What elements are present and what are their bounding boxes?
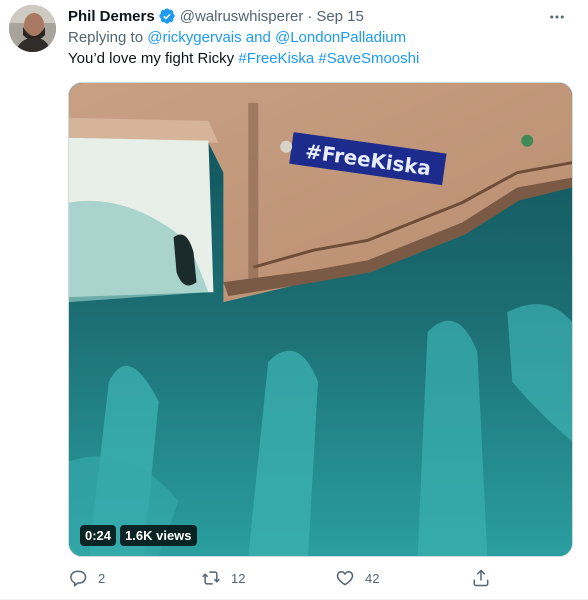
video-views-badge: 1.6K views [120, 525, 197, 546]
replying-to: Replying to @rickygervais and @LondonPal… [68, 29, 406, 46]
timestamp[interactable]: Sep 15 [316, 8, 364, 25]
retweet-icon [202, 571, 220, 585]
share-icon [473, 569, 489, 587]
video-duration-badge: 0:24 [80, 525, 117, 546]
hashtag-link[interactable]: #SaveSmooshi [318, 50, 419, 67]
separator-dot: · [307, 7, 313, 25]
retweet-count: 12 [231, 570, 246, 586]
video-player[interactable]: #FreeKiska 0:24 1.6K views [68, 82, 573, 557]
hashtag-link[interactable]: #FreeKiska [238, 50, 314, 67]
verified-badge-icon [158, 7, 176, 25]
avatar-image [9, 5, 56, 52]
video-badges: 0:24 1.6K views [80, 525, 197, 546]
like-count: 42 [365, 570, 380, 586]
video-frame: #FreeKiska [69, 83, 572, 556]
tweet-text-plain: You’d love my fight Ricky [68, 50, 235, 67]
tweet-text: You’d love my fight Ricky #FreeKiska #Sa… [68, 50, 419, 67]
author-handle[interactable]: @walruswhisperer [180, 8, 304, 25]
reply-count: 2 [98, 570, 106, 586]
reply-button[interactable]: 2 [68, 568, 105, 588]
heart-icon [336, 570, 354, 586]
replying-prefix: Replying to [68, 29, 144, 46]
reply-icon [70, 570, 87, 587]
like-button[interactable]: 42 [335, 568, 379, 588]
share-button[interactable] [471, 568, 491, 588]
avatar[interactable] [9, 5, 56, 52]
tweet-card[interactable]: Phil Demers @walruswhisperer · Sep 15 Re… [0, 0, 588, 600]
tweet-header: Phil Demers @walruswhisperer · Sep 15 [68, 5, 364, 27]
tweet-actions: 2 12 42 [68, 568, 508, 592]
retweet-button[interactable]: 12 [201, 568, 245, 588]
replying-to-users-link[interactable]: @rickygervais and @LondonPalladium [147, 29, 406, 46]
more-icon[interactable] [546, 6, 568, 28]
author-name[interactable]: Phil Demers [68, 8, 155, 25]
